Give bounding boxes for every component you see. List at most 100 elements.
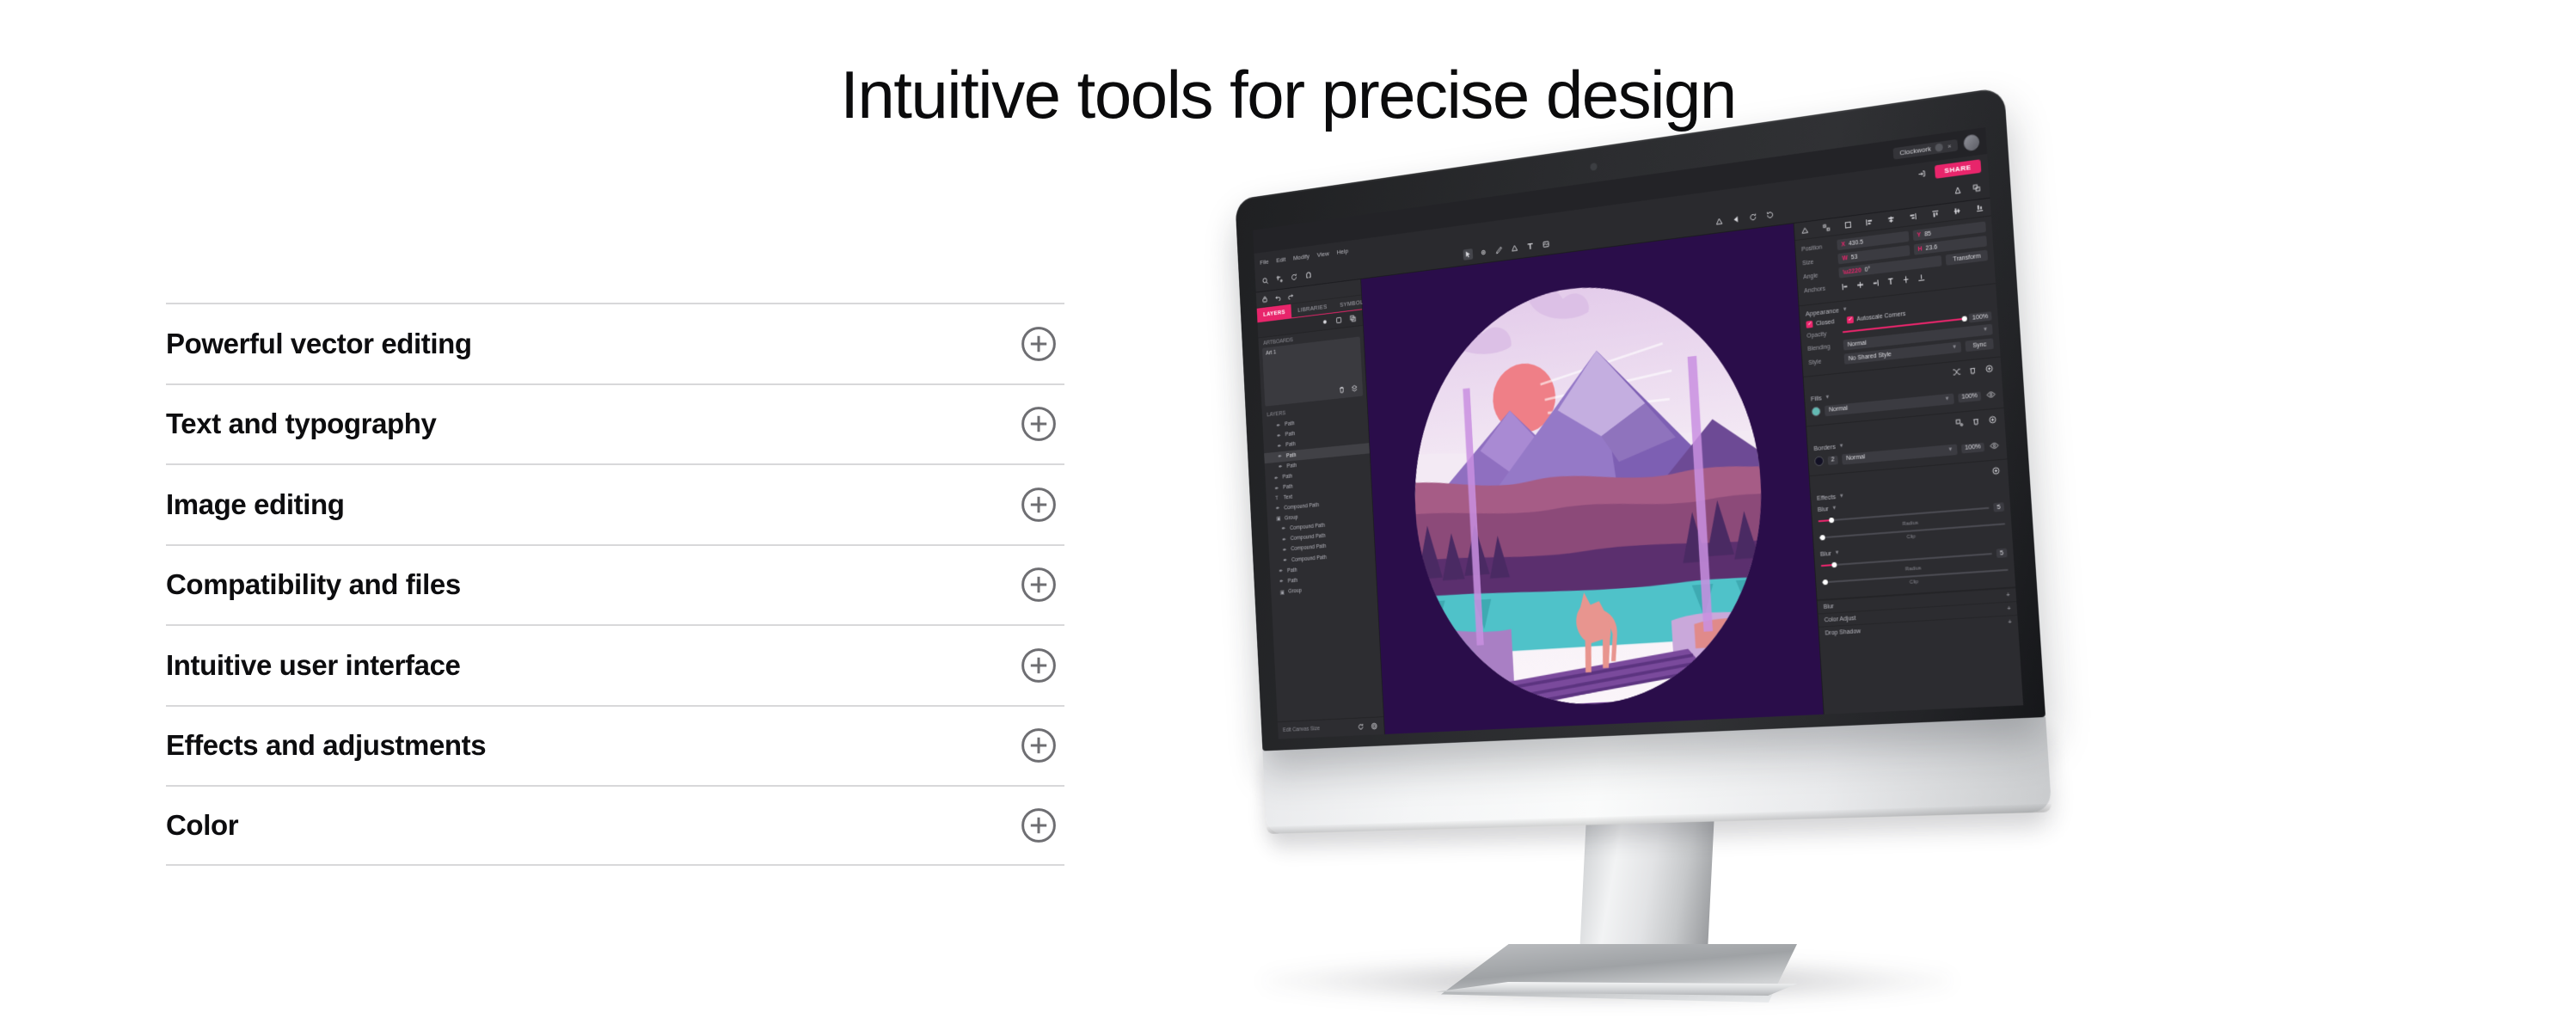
magnet-icon[interactable] <box>1303 270 1313 281</box>
eye-icon[interactable] <box>1988 439 2000 452</box>
export-icon[interactable] <box>1916 167 1928 180</box>
sync-button[interactable]: Sync <box>1965 338 1994 353</box>
delete-icon[interactable] <box>1970 415 1982 428</box>
toolbar-mask-group <box>1953 181 1983 197</box>
align-shape-icon[interactable] <box>1800 225 1810 236</box>
layer-name: Compound Path <box>1284 501 1320 512</box>
document-chip[interactable]: Clockwork × <box>1892 138 1959 160</box>
boolean-intersect-icon[interactable] <box>1748 211 1759 224</box>
baseline-icon[interactable] <box>1916 272 1928 285</box>
plus-circle-icon[interactable] <box>1018 645 1059 686</box>
layer-name: Path <box>1286 567 1297 574</box>
plus-circle-icon[interactable] <box>1018 725 1059 766</box>
angle-label: Angle <box>1802 272 1819 280</box>
plus-circle-icon[interactable] <box>1018 323 1059 365</box>
path-icon: ✒ <box>1282 537 1287 543</box>
transform-button[interactable]: Transform <box>1946 249 1989 266</box>
lock-icon[interactable] <box>1260 294 1268 304</box>
anchor-center-icon[interactable] <box>1855 279 1867 291</box>
canvas-area[interactable] <box>1361 224 1824 734</box>
align-grid-icon[interactable] <box>1821 223 1831 233</box>
shuffle-icon[interactable] <box>1950 365 1962 378</box>
path-icon: ✒ <box>1278 464 1283 471</box>
zoom-icon[interactable] <box>1260 275 1270 286</box>
closed-checkbox[interactable]: ✓ Closed <box>1806 318 1834 328</box>
vertical-center-icon[interactable] <box>1900 273 1912 286</box>
artboard-tools <box>1337 383 1359 396</box>
size-label: Size <box>1802 259 1814 267</box>
menu-item-edit[interactable]: Edit <box>1276 255 1285 264</box>
align-center-icon[interactable] <box>1886 214 1897 225</box>
accordion-row[interactable]: Text and typography <box>166 383 1064 464</box>
visibility-icon[interactable] <box>1320 316 1329 328</box>
add-icon[interactable] <box>1984 362 1996 375</box>
plus-circle-icon[interactable] <box>1018 484 1059 525</box>
rotate-icon[interactable] <box>1290 272 1299 283</box>
anchor-end-icon[interactable] <box>1869 277 1881 290</box>
add-effect-icon[interactable]: + <box>2006 592 2010 598</box>
boolean-add-icon[interactable] <box>1714 215 1725 227</box>
duplicate-icon[interactable] <box>1348 313 1358 324</box>
share-button[interactable]: SHARE <box>1934 158 1982 179</box>
shape-tool-icon[interactable] <box>1509 242 1519 254</box>
accordion-row[interactable]: Intuitive user interface <box>166 624 1064 705</box>
menu-item-file[interactable]: File <box>1260 258 1269 267</box>
text-align-icon[interactable] <box>1885 275 1897 288</box>
layer-name: Path <box>1285 431 1296 438</box>
distribute-icon[interactable] <box>1275 273 1285 285</box>
layers-list[interactable]: ✒ Path ✒ Path ✒ Path ✒ Path ✒ Path ✒ Path ✒ Path T Text… <box>1262 409 1383 721</box>
eye-icon[interactable] <box>1985 389 1997 402</box>
border-swatch[interactable] <box>1814 456 1825 467</box>
group-icon[interactable] <box>1971 181 1983 194</box>
align-frame-icon[interactable] <box>1843 219 1852 230</box>
boolean-divide-icon[interactable] <box>1764 209 1776 222</box>
align-left-icon[interactable] <box>1864 217 1874 228</box>
plus-circle-icon[interactable] <box>1018 805 1059 846</box>
pen-tool-icon[interactable] <box>1493 244 1504 256</box>
align-bottom-icon[interactable] <box>1975 203 1985 214</box>
layer-name: Compound Path <box>1290 522 1326 531</box>
accordion-row[interactable]: Powerful vector editing <box>166 303 1064 383</box>
text-tool-icon[interactable] <box>1524 241 1535 253</box>
align-middle-icon[interactable] <box>1952 205 1962 217</box>
fill-swatch[interactable] <box>1811 406 1821 417</box>
blending-value: Normal <box>1847 340 1868 348</box>
add-layer-icon[interactable] <box>1350 383 1359 394</box>
delete-icon[interactable] <box>1337 384 1346 396</box>
artboard-canvas[interactable] <box>1361 224 1824 734</box>
align-top-icon[interactable] <box>1930 208 1941 219</box>
add-effect-icon[interactable]: + <box>2008 619 2012 626</box>
layer-name: Group <box>1284 514 1298 522</box>
redo-icon[interactable] <box>1287 291 1295 300</box>
plus-circle-icon[interactable] <box>1018 403 1059 445</box>
menu-item-modify[interactable]: Modify <box>1293 252 1309 261</box>
undo-icon[interactable] <box>1274 292 1282 302</box>
gear-icon[interactable] <box>1370 721 1379 732</box>
accordion-row[interactable]: Effects and adjustments <box>166 704 1064 786</box>
refresh-icon[interactable] <box>1356 721 1365 733</box>
add-effect-icon[interactable]: + <box>2007 605 2011 612</box>
close-icon[interactable]: × <box>1947 141 1952 150</box>
accordion-row[interactable]: Compatibility and files <box>166 543 1064 625</box>
artboard-preview[interactable]: Art 1 <box>1261 336 1364 407</box>
anchors-label: Anchors <box>1804 285 1826 295</box>
blur-label: Blur <box>1817 504 1830 514</box>
add-icon[interactable] <box>1986 414 1998 426</box>
plus-circle-icon[interactable] <box>1018 564 1059 605</box>
frame-tool-icon[interactable] <box>1541 238 1551 250</box>
add-icon[interactable] <box>1990 464 2002 477</box>
accordion-row[interactable]: Color <box>166 785 1064 866</box>
align-right-icon[interactable] <box>1908 212 1918 223</box>
avatar[interactable] <box>1963 133 1980 152</box>
anchor-start-icon[interactable] <box>1839 280 1850 293</box>
boolean-subtract-icon[interactable] <box>1731 213 1742 225</box>
border-shuffle-icon[interactable] <box>1953 416 1966 429</box>
add-artboard-icon[interactable] <box>1334 315 1344 326</box>
menu-item-view[interactable]: View <box>1317 249 1329 258</box>
menu-item-help[interactable]: Help <box>1336 247 1348 255</box>
node-tool-icon[interactable] <box>1478 247 1488 259</box>
mask-icon[interactable] <box>1953 184 1965 197</box>
accordion-row[interactable]: Image editing <box>166 463 1064 544</box>
move-tool-icon[interactable] <box>1463 248 1473 261</box>
delete-icon[interactable] <box>1966 364 1978 377</box>
